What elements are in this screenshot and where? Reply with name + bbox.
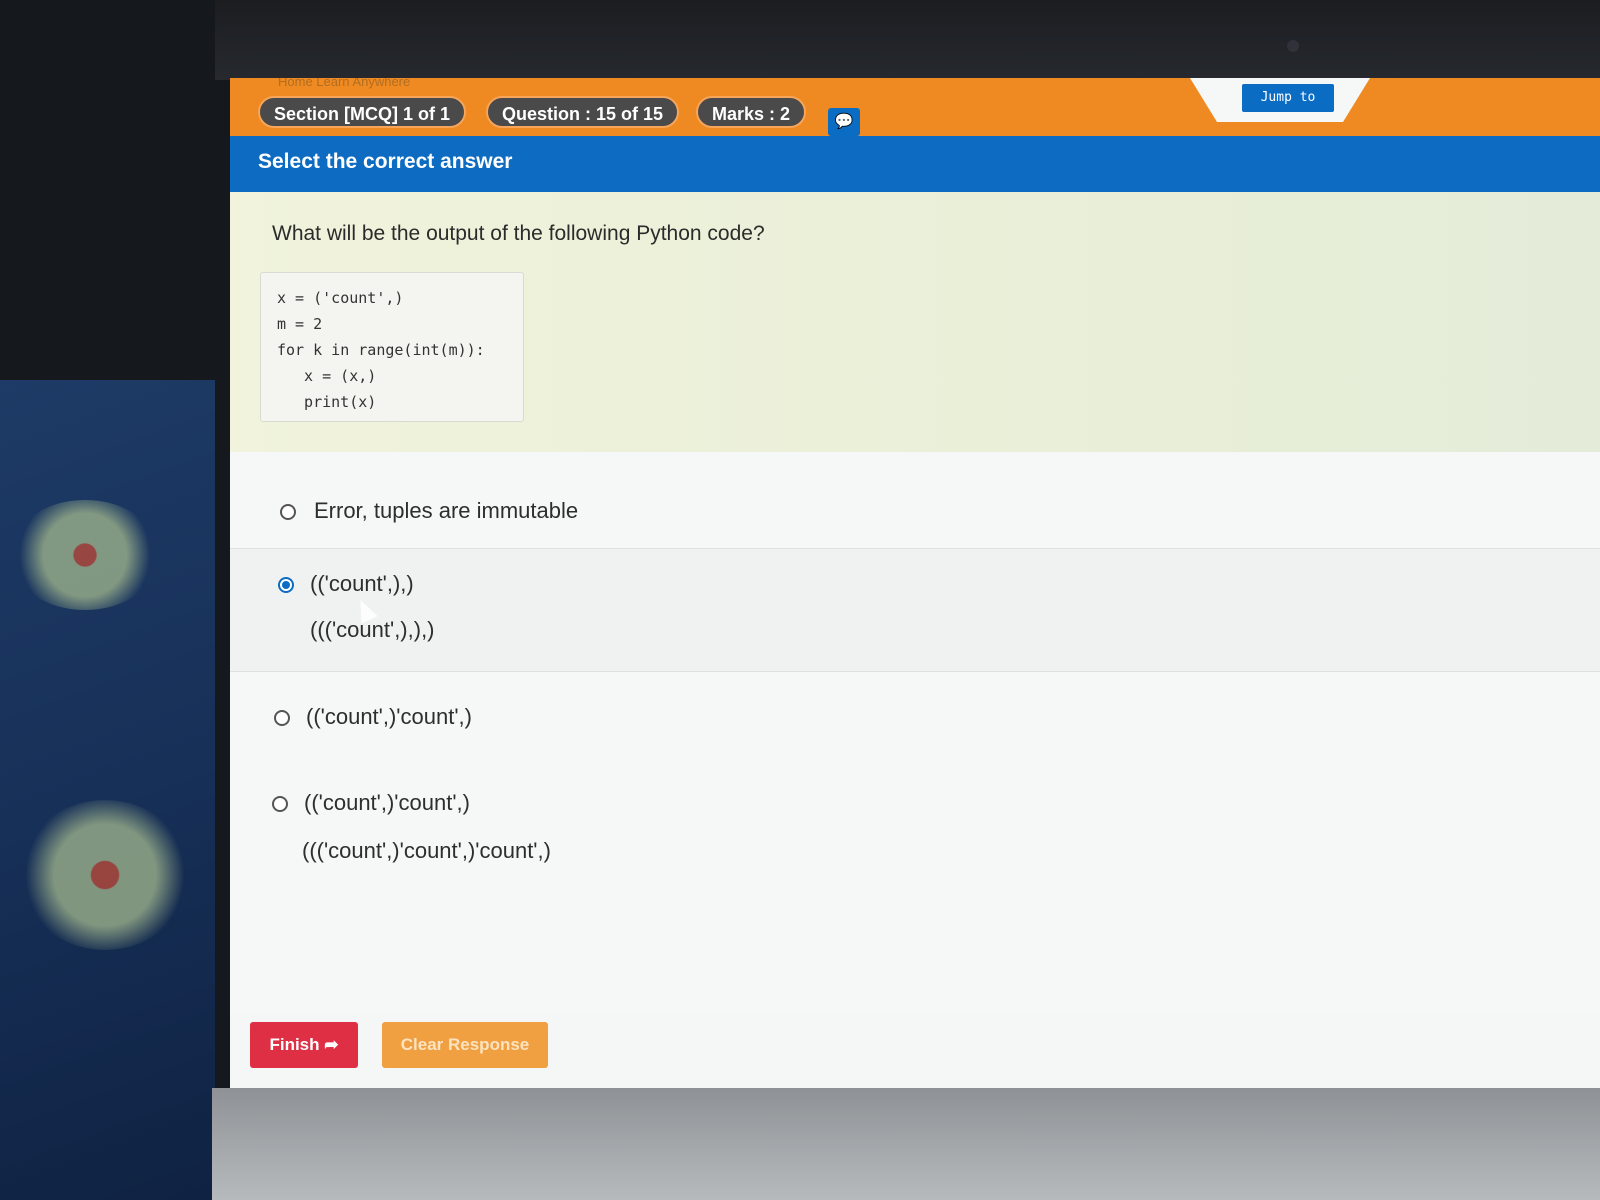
option-2-text-line-2: ((('count',),),) [310,617,435,642]
sign-out-icon: ➦ [324,1035,339,1054]
option-4-radio[interactable] [272,796,288,812]
option-1[interactable]: Error, tuples are immutable [230,472,1600,542]
question-badge: Question : 15 of 15 [486,96,680,128]
option-4-text-line-1: (('count',)'count',) [304,790,470,815]
option-3-text: (('count',)'count',) [306,704,472,729]
section-badge: Section [MCQ] 1 of 1 [258,96,467,128]
question-text: What will be the output of the following… [272,222,765,245]
option-2-text-line-1: (('count',),) [310,571,414,596]
option-4-text-line-2: ((('count',)'count',)'count',) [302,838,551,863]
option-2[interactable]: (('count',),) ((('count',),),) [230,548,1600,672]
jump-to-button[interactable]: Jump to [1242,84,1334,112]
finish-button[interactable]: Finish ➦ [250,1022,358,1068]
laptop-body [212,1088,1600,1200]
chat-button[interactable]: 💬 [828,108,860,136]
marks-badge: Marks : 2 [696,96,807,128]
code-line: x = ('count',) [277,289,404,307]
fabric-flower [10,500,160,610]
instruction-bar: Select the correct answer [230,136,1600,192]
code-line: print(x) [286,393,377,411]
breadcrumb[interactable]: Home Learn Anywhere [278,78,410,89]
option-3-radio[interactable] [274,710,290,726]
clear-response-button[interactable]: Clear Response [382,1022,548,1068]
code-line: m = 2 [277,315,323,333]
fabric-flower [20,800,190,950]
option-4[interactable]: (('count',)'count',) ((('count',)'count'… [230,770,1600,890]
finish-label: Finish [269,1035,320,1054]
exam-screen: Home Learn Anywhere Section [MCQ] 1 of 1… [230,78,1600,1088]
code-line: x = (x,) [286,367,377,385]
code-line: for k in range(int(m)): [277,341,485,359]
option-2-radio[interactable] [278,577,294,593]
webcam [1287,40,1299,52]
chat-bubble-icon: 💬 [834,113,854,130]
option-3[interactable]: (('count',)'count',) [230,682,1600,752]
question-panel: What will be the output of the following… [230,192,1600,453]
option-1-radio[interactable] [280,504,296,520]
top-bar: Home Learn Anywhere Section [MCQ] 1 of 1… [230,78,1600,136]
answer-options: Error, tuples are immutable (('count',),… [230,452,1600,1012]
option-1-text: Error, tuples are immutable [314,498,579,523]
instruction-text: Select the correct answer [258,150,513,173]
laptop-bezel [215,0,1600,80]
code-block: x = ('count',) m = 2 for k in range(int(… [260,272,524,422]
